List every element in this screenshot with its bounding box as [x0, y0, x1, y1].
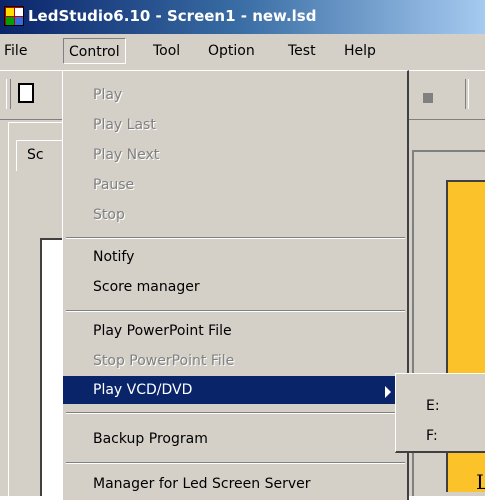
menu-item-stop: Stop	[63, 200, 408, 230]
menu-item-label: Play Next	[93, 147, 160, 163]
control-menu: Play Play Last Play Next Pause Stop Noti…	[62, 70, 409, 500]
menu-test[interactable]: Test	[288, 43, 316, 59]
submenu-item-f-drive[interactable]: F:	[426, 428, 438, 444]
title-bar: LedStudio6.10 - Screen1 - new.lsd	[0, 0, 485, 34]
outside-text: L	[476, 470, 485, 494]
menu-item-label: Play Last	[93, 117, 156, 133]
menu-item-score-manager[interactable]: Score manager	[63, 272, 408, 302]
window-title: LedStudio6.10 - Screen1 - new.lsd	[28, 7, 317, 25]
toolbar-separator	[465, 79, 469, 109]
menu-item-notify[interactable]: Notify	[63, 242, 408, 272]
menu-bar: File Control Tool Option Test Help	[0, 34, 485, 68]
menu-separator	[66, 412, 405, 414]
toolbar-grip[interactable]	[6, 79, 11, 109]
menu-separator	[66, 237, 405, 239]
menu-tool[interactable]: Tool	[153, 43, 180, 59]
new-document-icon[interactable]	[18, 83, 34, 103]
menu-file[interactable]: File	[4, 43, 27, 59]
menu-separator	[66, 462, 405, 464]
app-icon-part	[15, 17, 23, 25]
menu-item-label: Stop	[93, 207, 125, 223]
vcd-dvd-submenu: E: F:	[395, 373, 485, 453]
menu-option[interactable]: Option	[208, 43, 255, 59]
menu-item-play-next: Play Next	[63, 140, 408, 170]
menu-help[interactable]: Help	[344, 43, 376, 59]
submenu-item-e-drive[interactable]: E:	[426, 398, 440, 414]
menu-control[interactable]: Control	[63, 38, 126, 64]
menu-item-manager-led-screen-server[interactable]: Manager for Led Screen Server	[63, 469, 408, 499]
menu-item-label: Backup Program	[93, 431, 208, 447]
menu-item-play-last: Play Last	[63, 110, 408, 140]
tab-screen-label: Sc	[27, 147, 44, 163]
menu-item-stop-powerpoint: Stop PowerPoint File	[63, 346, 408, 376]
app-icon-part	[15, 8, 23, 16]
menu-item-play-powerpoint[interactable]: Play PowerPoint File	[63, 316, 408, 346]
menu-item-label: Play PowerPoint File	[93, 323, 232, 339]
menu-item-label: Play	[93, 87, 123, 103]
menu-item-label: Notify	[93, 249, 135, 265]
menu-item-label: Manager for Led Screen Server	[93, 476, 311, 492]
menu-separator	[66, 310, 405, 312]
menu-item-play: Play	[63, 80, 408, 110]
app-icon-part	[6, 17, 14, 25]
app-icon[interactable]	[4, 6, 24, 26]
menu-item-label: Play VCD/DVD	[93, 382, 193, 398]
menu-item-label: Pause	[93, 177, 135, 193]
submenu-arrow-icon	[385, 386, 391, 398]
menu-item-label: Stop PowerPoint File	[93, 353, 235, 369]
menu-item-backup-program[interactable]: Backup Program	[63, 424, 408, 454]
menu-item-pause: Pause	[63, 170, 408, 200]
menu-item-play-vcd-dvd[interactable]: Play VCD/DVD	[63, 376, 408, 404]
menu-item-label: Score manager	[93, 279, 200, 295]
app-icon-part	[6, 8, 14, 16]
stop-icon[interactable]	[423, 93, 433, 103]
